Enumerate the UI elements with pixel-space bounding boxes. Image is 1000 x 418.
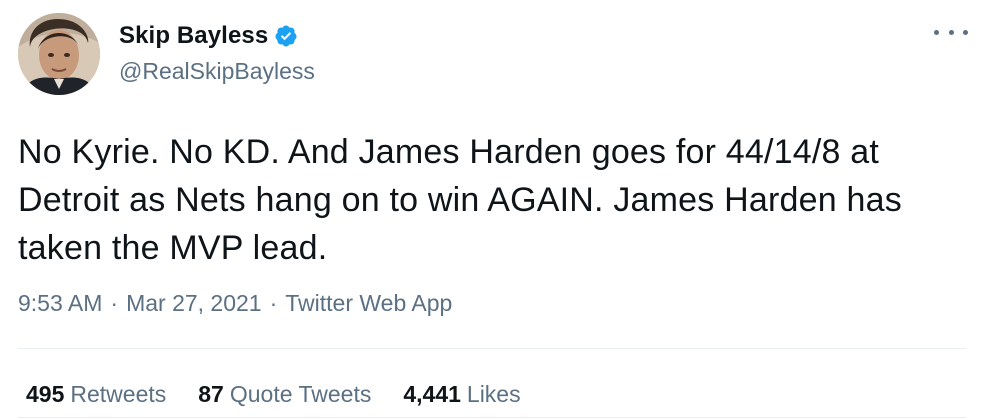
quote-tweets-label: Quote Tweets bbox=[229, 381, 372, 407]
more-options-icon[interactable] bbox=[934, 20, 968, 44]
tweet-date[interactable]: Mar 27, 2021 bbox=[126, 290, 262, 317]
author-name-row: Skip Bayless bbox=[119, 22, 298, 50]
likes-count: 4,441 bbox=[403, 381, 461, 407]
separator: · bbox=[269, 290, 278, 316]
likes-label: Likes bbox=[466, 381, 521, 407]
tweet-time[interactable]: 9:53 AM bbox=[18, 290, 102, 317]
tweet-source[interactable]: Twitter Web App bbox=[285, 290, 452, 317]
likes-stat[interactable]: 4,441 Likes bbox=[403, 381, 520, 408]
retweets-stat[interactable]: 495 Retweets bbox=[26, 381, 166, 408]
separator: · bbox=[110, 290, 119, 316]
profile-photo-image bbox=[18, 13, 100, 95]
tweet-card: Skip Bayless @RealSkipBayless No Kyrie. … bbox=[0, 0, 1000, 418]
retweets-label: Retweets bbox=[70, 381, 167, 407]
retweets-count: 495 bbox=[26, 381, 65, 407]
author-handle[interactable]: @RealSkipBayless bbox=[119, 58, 315, 85]
tweet-text: No Kyrie. No KD. And James Harden goes f… bbox=[18, 133, 902, 267]
dot bbox=[934, 29, 939, 35]
verified-badge-icon bbox=[274, 24, 298, 48]
dot bbox=[963, 29, 968, 35]
quote-tweets-stat[interactable]: 87 Quote Tweets bbox=[198, 381, 371, 408]
author-name[interactable]: Skip Bayless bbox=[119, 22, 268, 50]
dot bbox=[948, 29, 954, 35]
quote-tweets-count: 87 bbox=[198, 381, 224, 407]
avatar[interactable] bbox=[18, 13, 100, 95]
divider bbox=[18, 348, 966, 349]
engagement-stats: 495 Retweets 87 Quote Tweets 4,441 Likes bbox=[26, 381, 553, 408]
tweet-meta: 9:53 AM · Mar 27, 2021 · Twitter Web App bbox=[18, 290, 452, 317]
